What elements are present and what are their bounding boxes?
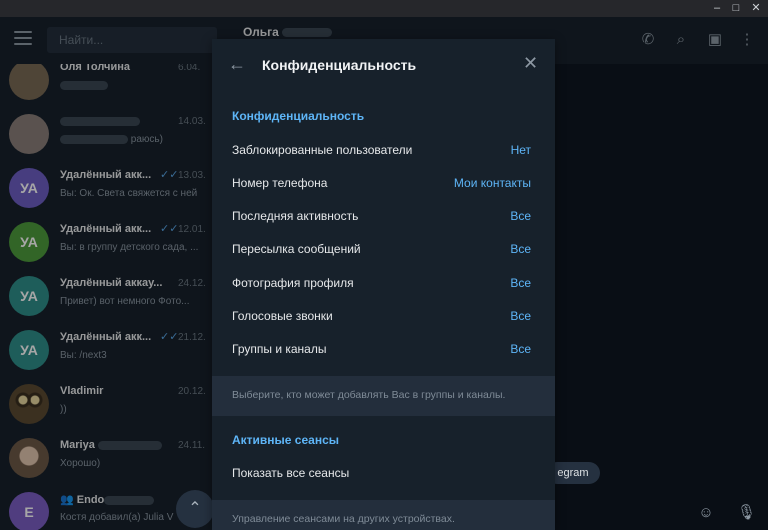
sessions-note-text: Управление сеансами на других устройства…: [232, 513, 455, 525]
dialog-title: Конфиденциальность: [262, 57, 417, 73]
row-label: Заблокированные пользователи: [232, 143, 413, 157]
row-value: Все: [510, 342, 531, 356]
row-label: Номер телефона: [232, 176, 328, 190]
privacy-row-profile-photo[interactable]: Фотография профиля Все: [212, 266, 555, 299]
privacy-row-groups-channels[interactable]: Группы и каналы Все: [212, 332, 555, 365]
row-label: Последняя активность: [232, 209, 359, 223]
row-label: Пересылка сообщений: [232, 242, 361, 256]
groups-note: Выберите, кто может добавлять Вас в груп…: [212, 376, 555, 416]
close-window-button[interactable]: ✕: [745, 0, 767, 17]
privacy-dialog: ← Конфиденциальность ✕ Конфиденциальност…: [212, 39, 555, 530]
row-label: Группы и каналы: [232, 342, 327, 356]
dialog-header: ← Конфиденциальность ✕: [212, 39, 555, 91]
section-title-privacy: Конфиденциальность: [232, 109, 365, 123]
emoji-icon[interactable]: ☺: [697, 504, 715, 522]
row-value: Все: [510, 309, 531, 323]
maximize-button[interactable]: □: [725, 0, 747, 17]
row-label: Голосовые звонки: [232, 309, 333, 323]
row-value: Нет: [510, 143, 531, 157]
row-value: Все: [510, 276, 531, 290]
row-label: Показать все сеансы: [232, 466, 350, 480]
close-icon[interactable]: ✕: [523, 53, 538, 74]
privacy-row-forwarding[interactable]: Пересылка сообщений Все: [212, 232, 555, 265]
groups-note-text: Выберите, кто может добавлять Вас в груп…: [232, 389, 506, 401]
section-title-sessions: Активные сеансы: [232, 433, 339, 447]
window-title-bar: – □ ✕: [0, 0, 768, 17]
row-value: Все: [510, 242, 531, 256]
row-value: Мои контакты: [453, 176, 531, 190]
row-value: Все: [510, 209, 531, 223]
microphone-icon[interactable]: 🎙: [737, 504, 756, 522]
privacy-row-phone-number[interactable]: Номер телефона Мои контакты: [212, 166, 555, 199]
back-arrow-icon[interactable]: ←: [228, 54, 246, 75]
privacy-row-voice-calls[interactable]: Голосовые звонки Все: [212, 299, 555, 332]
privacy-row-blocked-users[interactable]: Заблокированные пользователи Нет: [212, 133, 555, 166]
show-all-sessions-row[interactable]: Показать все сеансы: [212, 456, 555, 489]
row-label: Фотография профиля: [232, 276, 354, 290]
scroll-down-button[interactable]: ⌃: [176, 490, 214, 528]
privacy-row-last-seen[interactable]: Последняя активность Все: [212, 199, 555, 232]
sessions-note: Управление сеансами на других устройства…: [212, 500, 555, 530]
